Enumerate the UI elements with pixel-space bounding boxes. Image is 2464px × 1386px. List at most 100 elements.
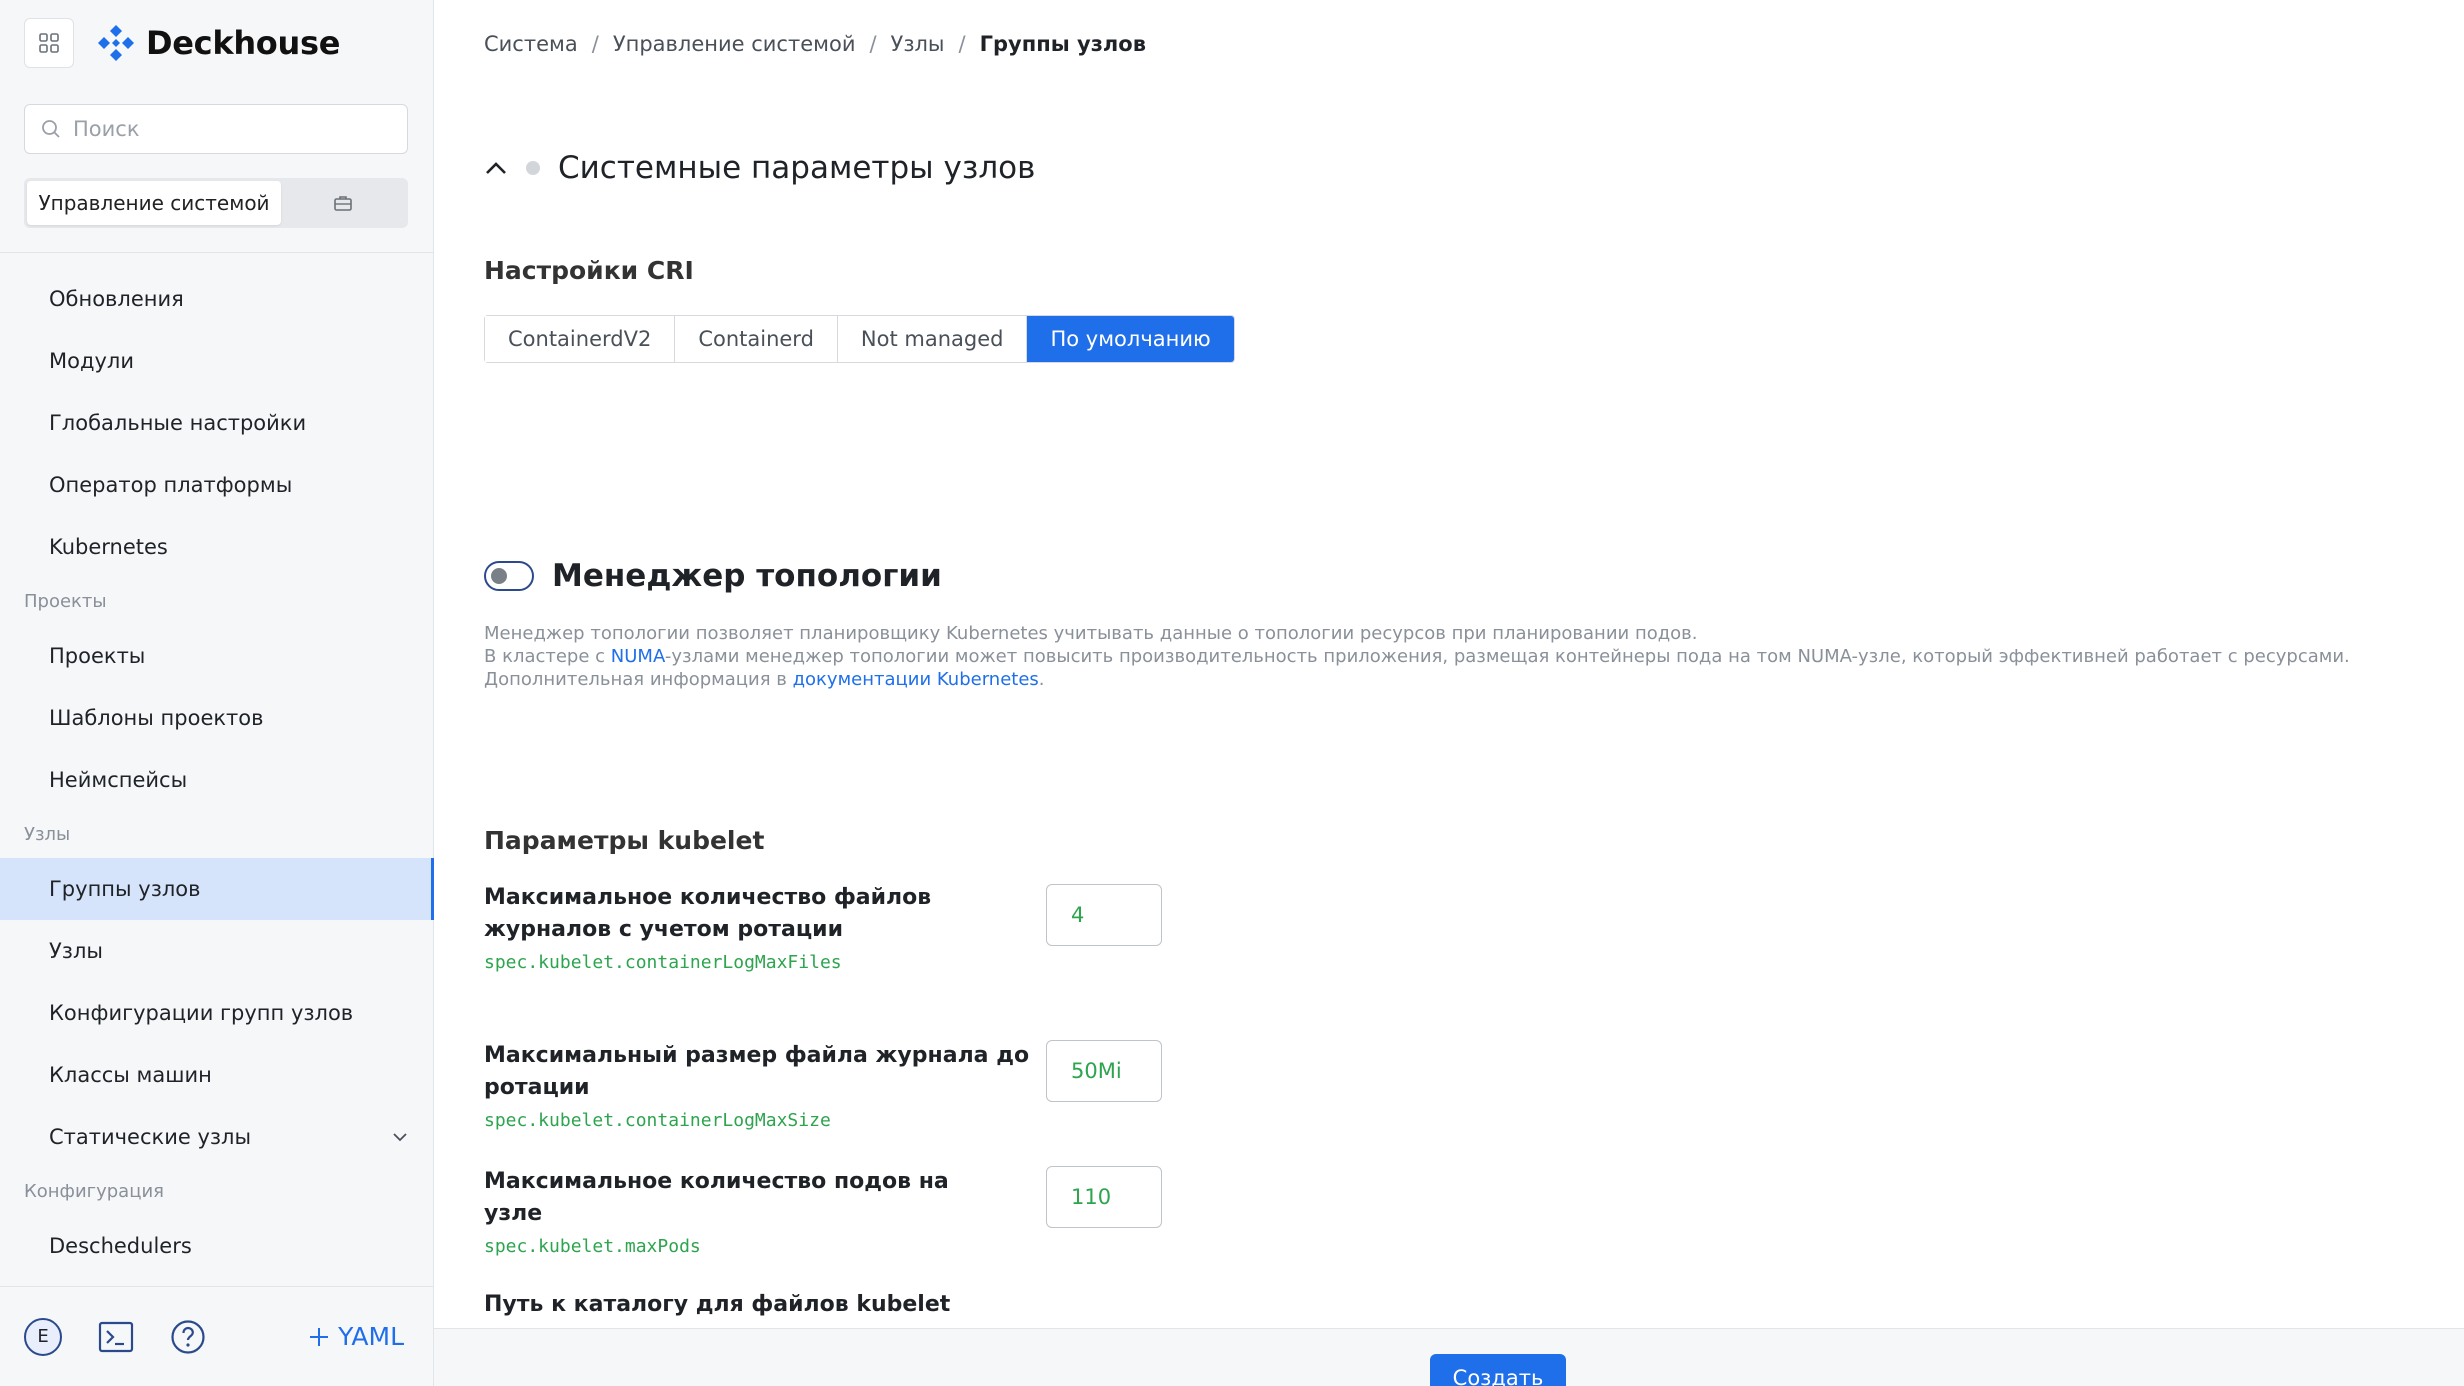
sidebar-item[interactable]: Группы узлов [0,858,434,920]
field-path: spec.kubelet.maxPods [484,1236,701,1257]
sidebar-item[interactable]: Kubernetes [0,516,434,578]
sidebar-item-label: Конфигурации групп узлов [49,1001,354,1025]
sidebar-item[interactable]: Классы машин [0,1044,434,1106]
log-max-size-input[interactable] [1046,1040,1162,1102]
chevron-down-icon[interactable] [392,1132,408,1142]
desc-text: . [1038,669,1045,690]
sidebar-item[interactable]: Оператор платформы [0,454,434,516]
topology-toggle[interactable] [484,561,534,591]
breadcrumb: Система / Управление системой / Узлы / Группы … [484,32,1146,56]
cri-title: Настройки CRI [484,256,694,285]
sidebar-item[interactable]: Шаблоны проектов [0,687,434,749]
field-label: Максимальное количество файлов журналов … [484,885,932,942]
deckhouse-logo-icon [98,25,134,61]
toggle-knob [491,568,507,584]
cri-option[interactable]: ContainerdV2 [485,316,676,362]
topology-header: Менеджер топологии [484,558,942,594]
avatar[interactable]: E [24,1317,62,1356]
field-max-pods: Максимальное количество подов на узле sp… [484,1166,1784,1257]
scope-system-management[interactable]: Управление системой [27,181,281,225]
desc-text: В кластере с [484,646,611,667]
kubelet-dir-label: Путь к каталогу для файлов kubelet [484,1292,951,1317]
sidebar-item[interactable]: Конфигурации групп узлов [0,982,434,1044]
numa-link[interactable]: NUMA [611,646,665,667]
chevron-up-icon[interactable] [484,160,508,176]
help-icon [171,1319,205,1354]
sidebar-item[interactable]: Проекты [0,625,434,687]
max-pods-input[interactable] [1046,1166,1162,1228]
search-icon [42,120,60,138]
cri-option[interactable]: Not managed [837,316,1028,362]
help-button[interactable] [170,1319,206,1355]
status-dot [526,161,540,175]
sidebar-item-label: Группы узлов [49,877,201,901]
app-logo[interactable]: Deckhouse [96,20,340,66]
desc-text: Дополнительная информация в [484,669,793,690]
kubernetes-docs-link[interactable]: документации Kubernetes [793,669,1039,690]
scope-switcher: Управление системой [24,178,408,228]
breadcrumb-separator: / [958,32,966,56]
briefcase-icon [334,196,352,211]
sidebar-item-label: Статические узлы [49,1125,252,1149]
create-button[interactable]: Создать [1430,1354,1566,1386]
section-title: Системные параметры узлов [558,150,1036,186]
field-label: Максимальное количество подов на узле [484,1169,949,1226]
sidebar-item-label: Deschedulers [49,1234,192,1258]
field-log-max-size: Максимальный размер файла журнала до рот… [484,1040,1784,1131]
yaml-label: YAML [338,1322,404,1351]
sidebar-divider [0,252,434,253]
breadcrumb-link[interactable]: Система [484,32,578,56]
sidebar-item[interactable]: Модули [0,330,434,392]
breadcrumb-link[interactable]: Узлы [891,32,945,56]
sidebar-item[interactable]: Обновления [0,268,434,330]
sidebar-item-label: Узлы [49,939,103,963]
cri-option[interactable]: Containerd [675,316,838,362]
sidebar-item[interactable]: Статические узлы [0,1106,434,1168]
avatar-letter: E [37,1326,49,1347]
sidebar-item-label: Проекты [49,644,146,668]
search-box[interactable] [24,104,408,154]
topology-title: Менеджер топологии [552,558,942,594]
sidebar-nav: Обновления Модули Глобальные настройки Опер… [0,268,434,1277]
search-input[interactable] [73,117,393,141]
app-switcher-button[interactable] [24,18,74,68]
field-log-max-files: Максимальное количество файлов журналов … [484,882,1784,973]
sidebar-item[interactable]: Узлы [0,920,434,982]
sidebar-item[interactable]: Неймспейсы [0,749,434,811]
sidebar-footer: E YAML [0,1286,434,1386]
log-max-files-input[interactable] [1046,884,1162,946]
add-yaml-button[interactable]: YAML [308,1322,404,1351]
field-path: spec.kubelet.containerLogMaxSize [484,1110,831,1131]
nav-group-label: Конфигурация [24,1181,164,1202]
scope-projects[interactable] [281,181,405,225]
plus-icon [310,1327,329,1346]
sidebar-item-label: Модули [49,349,134,373]
breadcrumb-separator: / [869,32,877,56]
topology-description: Менеджер топологии позволяет планировщик… [484,622,2384,691]
terminal-button[interactable] [98,1321,134,1353]
sidebar-item-label: Шаблоны проектов [49,706,264,730]
sidebar-item[interactable]: Deschedulers [0,1215,434,1277]
terminal-icon [98,1321,134,1352]
topology-desc-line-1: Менеджер топологии позволяет планировщик… [484,623,1698,644]
desc-text: -узлами менеджер топологии может повысит… [664,646,2350,667]
breadcrumb-current: Группы узлов [979,32,1147,56]
topology-desc-line-3: Дополнительная информация в документации… [484,668,2384,691]
sidebar-item-label: Классы машин [49,1063,212,1087]
field-label: Максимальный размер файла журнала до рот… [484,1043,1030,1100]
cri-selector: ContainerdV2 Containerd Not managed По умол… [484,315,1235,363]
kubelet-title: Параметры kubelet [484,826,765,855]
nav-group-label: Узлы [24,824,71,845]
cri-option[interactable]: По умолчанию [1027,316,1234,362]
sidebar: Deckhouse Управление системой Обновления… [0,0,434,1386]
sidebar-item-label: Оператор платформы [49,473,293,497]
nav-group-label: Проекты [24,591,107,612]
sidebar-item-label: Kubernetes [49,535,168,559]
sidebar-item-label: Обновления [49,287,184,311]
sidebar-item[interactable]: Глобальные настройки [0,392,434,454]
main-content: Система / Управление системой / Узлы / Группы … [434,0,2464,1386]
breadcrumb-link[interactable]: Управление системой [613,32,856,56]
app-name: Deckhouse [146,24,341,62]
sidebar-item-label: Глобальные настройки [49,411,307,435]
section-header: Системные параметры узлов [484,150,1035,186]
